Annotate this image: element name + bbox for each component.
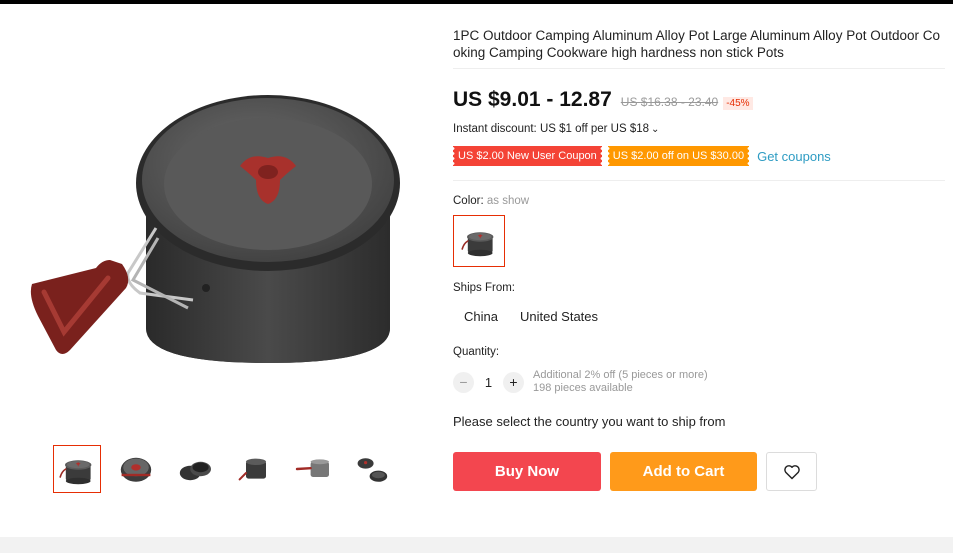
instant-discount-text: Instant discount: US $1 off per US $18 [453,123,650,135]
store-coupon[interactable]: US $2.00 off on US $30.00 [605,146,752,166]
price-row: US $9.01 - 12.87 US $16.38 - 23.40 -45% [453,88,753,112]
ships-from-options: China United States [453,306,609,327]
thumbnail-2[interactable] [112,445,160,493]
ship-option-china[interactable]: China [453,306,509,327]
wishlist-button[interactable] [766,452,817,491]
get-coupons-link[interactable]: Get coupons [757,149,831,164]
color-value: as show [486,195,530,207]
product-info-panel: 1PC Outdoor Camping Aluminum Alloy Pot L… [451,0,953,537]
thumbnail-6[interactable] [348,445,396,493]
footer-band [0,537,953,553]
color-label: Color: as show [453,195,529,207]
thumbnail-5[interactable] [289,445,337,493]
coupon-row: US $2.00 New User Coupon US $2.00 off on… [451,146,831,166]
discount-badge: -45% [723,97,753,110]
main-product-image[interactable] [18,88,428,388]
thumbnail-strip [53,445,396,493]
product-title: 1PC Outdoor Camping Aluminum Alloy Pot L… [453,28,940,60]
chevron-down-icon: ⌄ [651,124,660,135]
add-to-cart-button[interactable]: Add to Cart [610,452,757,491]
quantity-decrease-button[interactable]: − [453,371,474,393]
color-label-text: Color: [453,195,484,207]
divider [453,68,945,69]
availability-note: 198 pieces available [533,382,633,394]
quantity-increase-button[interactable]: + [503,371,524,393]
thumbnail-4[interactable] [230,445,278,493]
quantity-notes: Additional 2% off (5 pieces or more) 198… [533,369,708,395]
thumbnail-1[interactable] [53,445,101,493]
quantity-value[interactable]: 1 [474,375,503,390]
quantity-label: Quantity: [453,346,500,358]
thumbnail-3[interactable] [171,445,219,493]
bulk-discount-note: Additional 2% off (5 pieces or more) [533,369,708,381]
shipping-message: Please select the country you want to sh… [453,414,726,429]
heart-icon [783,464,800,479]
original-price: US $16.38 - 23.40 [620,95,719,109]
divider [453,180,945,181]
quantity-stepper: − 1 + Additional 2% off (5 pieces or mor… [453,369,708,395]
ship-option-united-states[interactable]: United States [509,306,609,327]
buy-now-button[interactable]: Buy Now [453,452,601,491]
ships-from-label: Ships From: [453,282,515,294]
price: US $9.01 - 12.87 [453,88,612,111]
instant-discount[interactable]: Instant discount: US $1 off per US $18 ⌄ [453,123,659,135]
color-swatch-as-show[interactable] [453,215,505,267]
new-user-coupon[interactable]: US $2.00 New User Coupon [451,146,604,166]
